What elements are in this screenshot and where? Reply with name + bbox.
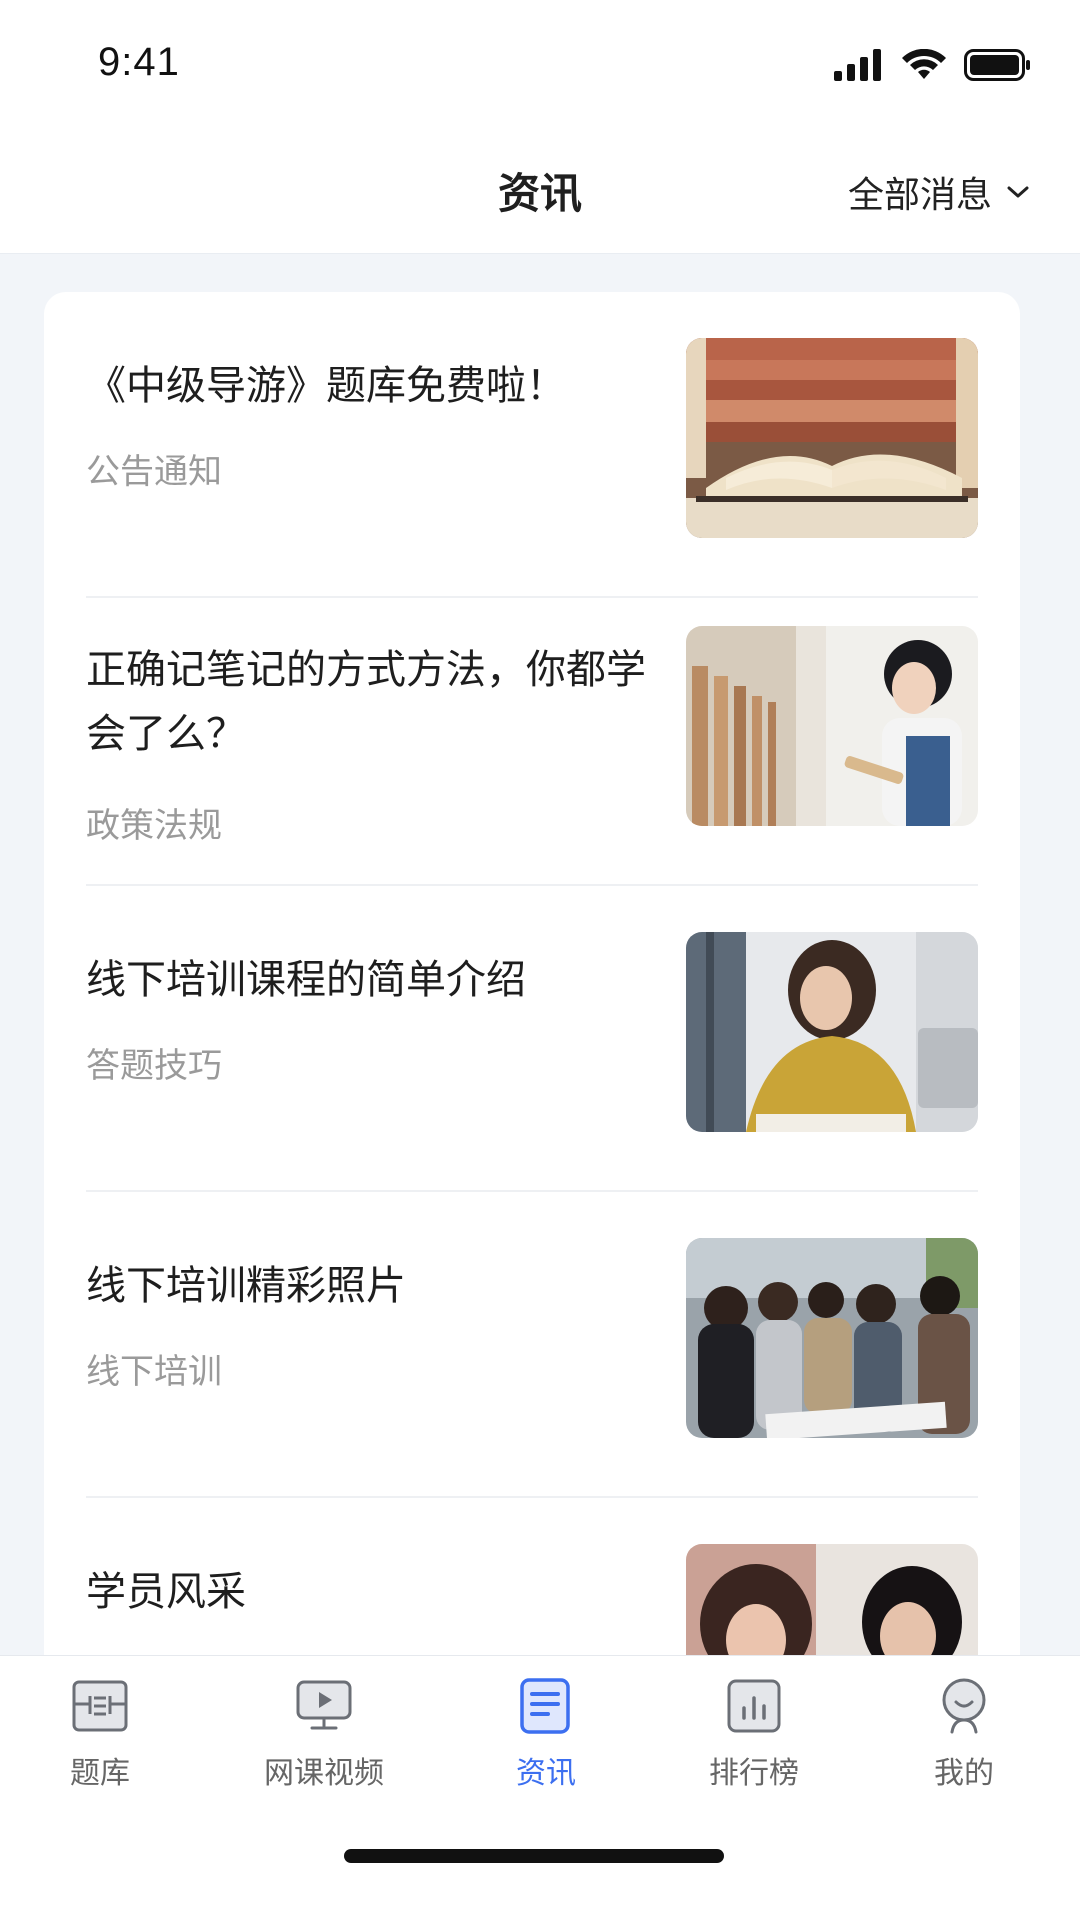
- video-course-icon: [296, 1680, 352, 1730]
- message-filter-dropdown[interactable]: 全部消息: [848, 166, 1030, 218]
- ranking-icon: [727, 1679, 781, 1733]
- profile-icon: [942, 1678, 986, 1734]
- article-title: 线下培训精彩照片: [86, 1263, 406, 1309]
- home-indicator: [344, 1849, 724, 1863]
- article-tag: 公告通知: [86, 452, 222, 492]
- battery-icon: [964, 49, 1030, 81]
- nav-header: 资讯 全部消息: [0, 130, 1080, 254]
- tab-label: 题库: [70, 1756, 130, 1791]
- chevron-down-icon: [1007, 186, 1029, 198]
- tab-ranking[interactable]: 排行榜: [664, 1674, 844, 1804]
- bottom-tab-bar: 题库 网课视频 资讯 排行榜 我的: [0, 1655, 1080, 1920]
- article-thumbnail: [686, 338, 978, 538]
- tab-news[interactable]: 资讯: [456, 1674, 636, 1804]
- tab-profile[interactable]: 我的: [874, 1674, 1054, 1804]
- status-icons: [834, 48, 1032, 82]
- status-time: 9:41: [98, 40, 180, 84]
- status-bar: 9:41: [0, 0, 1080, 130]
- student-studying-photo: [686, 932, 978, 1132]
- tab-label: 资讯: [516, 1756, 576, 1791]
- article-item[interactable]: 线下培训精彩照片 线下培训: [44, 1192, 1020, 1498]
- student-library-photo: [686, 626, 978, 826]
- question-bank-icon: [72, 1680, 128, 1732]
- group-study-photo: [686, 1238, 978, 1438]
- article-item[interactable]: 线下培训课程的简单介绍 答题技巧: [44, 886, 1020, 1192]
- tab-label: 网课视频: [264, 1756, 384, 1791]
- article-title: 学员风采: [86, 1569, 246, 1615]
- news-icon: [520, 1678, 570, 1734]
- article-thumbnail: [686, 1238, 978, 1438]
- article-list: 《中级导游》题库免费啦！ 公告通知 正确记笔记的方式方法，你都学会了么？ 政策法…: [44, 292, 1020, 1712]
- article-thumbnail: [686, 626, 978, 826]
- tab-label: 我的: [934, 1756, 994, 1791]
- article-item[interactable]: 正确记笔记的方式方法，你都学会了么？ 政策法规: [44, 580, 1020, 886]
- article-tag: 线下培训: [86, 1352, 222, 1392]
- article-thumbnail: [686, 932, 978, 1132]
- signal-icon: [834, 49, 881, 81]
- article-title: 线下培训课程的简单介绍: [86, 957, 526, 1003]
- tab-label: 排行榜: [709, 1756, 799, 1791]
- message-filter-label: 全部消息: [847, 175, 992, 216]
- wifi-icon: [902, 49, 946, 79]
- article-tag: 政策法规: [86, 806, 222, 846]
- tab-question-bank[interactable]: 题库: [10, 1674, 190, 1804]
- tab-video-course[interactable]: 网课视频: [234, 1674, 414, 1804]
- article-title: 正确记笔记的方式方法，你都学会了么？: [86, 647, 646, 757]
- books-photo: [686, 338, 978, 538]
- article-item[interactable]: 《中级导游》题库免费啦！ 公告通知: [44, 292, 1020, 598]
- article-title: 《中级导游》题库免费啦！: [86, 363, 566, 409]
- article-tag: 答题技巧: [86, 1046, 222, 1086]
